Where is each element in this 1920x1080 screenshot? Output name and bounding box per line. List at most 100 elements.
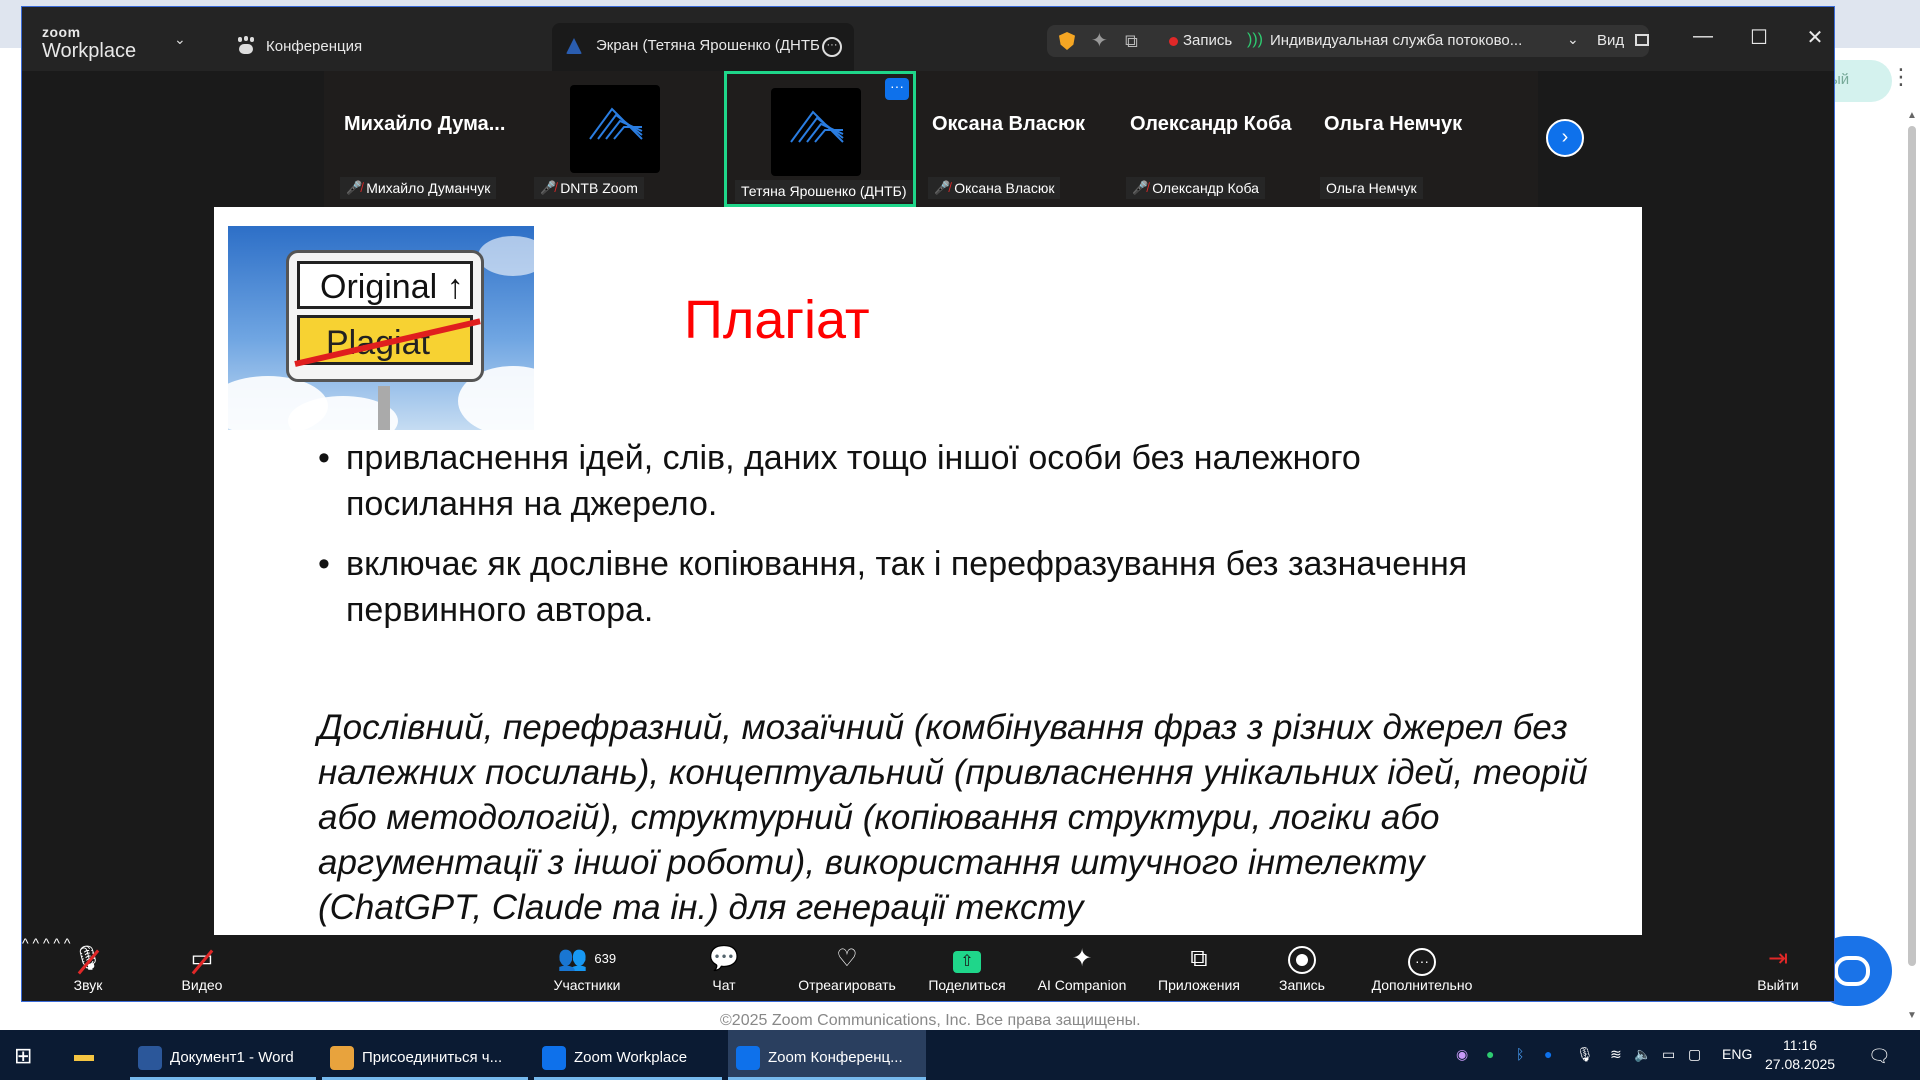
clock-time: 11:16	[1783, 1037, 1818, 1053]
wifi-icon[interactable]: ≋	[1610, 1046, 1622, 1063]
tab-more-icon[interactable]: ···	[822, 37, 842, 57]
ai-sparkle-icon[interactable]: ✦	[1091, 28, 1108, 53]
scroll-down-icon[interactable]: ▼	[1906, 1010, 1918, 1021]
taskbar-app-item[interactable]: Документ1 - Word	[130, 1030, 316, 1080]
participants-count: 639	[594, 951, 617, 966]
heart-icon: ♡	[836, 945, 858, 972]
muted-mic-icon: 🎤̸	[1132, 180, 1149, 195]
conference-button[interactable]: Конференция	[236, 37, 362, 55]
start-windows-icon[interactable]: ⊞	[14, 1030, 50, 1080]
share-button[interactable]: ⇧ Поделиться	[922, 943, 1012, 993]
participant-tile[interactable]: Ольга Немчук Ольга Немчук	[1312, 71, 1504, 207]
apps-icon[interactable]: ⧉	[1125, 31, 1138, 52]
leave-icon: ⇥	[1767, 945, 1789, 972]
scroll-thumb[interactable]	[1908, 126, 1916, 966]
conference-label: Конференция	[266, 37, 363, 55]
grid-view-icon[interactable]	[1635, 34, 1649, 46]
slide-title: Плагіат	[684, 290, 870, 350]
viber-icon[interactable]: ◉	[1456, 1046, 1468, 1063]
participants-tiles: Михайло Дума... 🎤̸ Михайло Думанчук 🎤̸ DNTB …	[324, 71, 1538, 207]
browser-tray-icon[interactable]: ●	[1486, 1046, 1494, 1062]
language-indicator[interactable]: ENG	[1722, 1046, 1752, 1062]
tile-more-icon[interactable]: ···	[885, 78, 909, 100]
muted-mic-icon: 🎤̸	[540, 180, 557, 195]
participant-tile[interactable]: Тетяна Ярошенко (ДНТБ) ···	[724, 71, 916, 207]
windows-taskbar: ⊞ ▬ Документ1 - Word Присоединиться ч... Z…	[0, 1030, 1920, 1080]
taskbar-app-item[interactable]: Zoom Workplace	[534, 1030, 722, 1080]
logo-big: Workplace	[42, 40, 137, 62]
dntb-logo-icon	[771, 88, 861, 176]
maximize-icon[interactable]: ☐	[1744, 25, 1774, 50]
zoom-logo[interactable]: zoom Workplace	[42, 25, 136, 61]
app-icon	[736, 1046, 760, 1070]
browser-menu-icon[interactable]: ⋮	[1890, 64, 1912, 90]
taskbar-app-item[interactable]: Присоединиться ч...	[322, 1030, 528, 1080]
stream-label[interactable]: Индивидуальная служба потоково...	[1270, 32, 1522, 49]
chat-icon: 💬	[709, 945, 739, 972]
participants-caret-icon[interactable]: ^	[43, 935, 50, 951]
screen-share-tab[interactable]: Экран (Тетяна Ярошенко (ДНТБ ···	[552, 23, 854, 71]
apps-label: Приложения	[1158, 977, 1240, 993]
minimize-icon[interactable]: —	[1688, 25, 1718, 48]
participant-tile[interactable]: Михайло Дума... 🎤̸ Михайло Думанчук	[332, 71, 524, 207]
stream-chevron-down-icon[interactable]: ⌄	[1567, 31, 1579, 48]
shared-slide: Original ↑ Plagiat Плагіат привласнення …	[214, 207, 1642, 935]
participant-tile[interactable]: 🎤̸ DNTB Zoom	[526, 71, 718, 207]
chat-label: Чат	[712, 977, 736, 993]
ai-sparkle-icon: ✦	[1071, 945, 1093, 972]
paw-icon	[236, 37, 256, 55]
chat-button[interactable]: 💬 Чат	[702, 943, 746, 993]
chat-caret-icon[interactable]: ^	[53, 935, 60, 951]
logo-chevron-down-icon[interactable]: ⌄	[174, 31, 186, 48]
leave-label: Выйти	[1757, 977, 1799, 993]
taskbar-app-label: Документ1 - Word	[170, 1048, 294, 1066]
apps-button[interactable]: ⧉ Приложения	[1152, 943, 1246, 993]
recording-dot-icon	[1169, 37, 1178, 46]
leave-button[interactable]: ⇥ Выйти	[1750, 943, 1806, 993]
participant-big-name: Михайло Дума...	[344, 113, 506, 135]
browser-scrollbar[interactable]: ▲ ▼	[1906, 110, 1918, 1030]
video-button[interactable]: ▭ Видео	[172, 943, 232, 993]
video-caret-icon[interactable]: ^	[32, 935, 39, 951]
participant-name: Тетяна Ярошенко (ДНТБ)	[741, 183, 907, 199]
microphone-tray-icon[interactable]: 🎙	[1576, 1046, 1594, 1063]
zoom-titlebar: zoom Workplace ⌄ Конференция Экран (Тетя…	[22, 7, 1834, 71]
audio-caret-icon[interactable]: ^	[22, 935, 29, 951]
notifications-icon[interactable]: 🗨	[1868, 1046, 1891, 1067]
record-button[interactable]: Запись	[1272, 943, 1332, 993]
volume-icon[interactable]: 🔈	[1634, 1046, 1651, 1063]
battery-icon[interactable]: ▭	[1662, 1046, 1675, 1063]
muted-mic-icon: 🎤̸	[934, 180, 951, 195]
recording-label[interactable]: Запись	[1183, 32, 1232, 49]
participant-tile[interactable]: Олександр Коба 🎤̸ Олександр Коба	[1118, 71, 1310, 207]
next-page-icon[interactable]: ›	[1546, 119, 1584, 157]
slide-italic-paragraph: Дослівний, перефразний, мозаїчний (комбі…	[318, 708, 1588, 927]
display-icon[interactable]: ▢	[1688, 1046, 1701, 1063]
participants-button[interactable]: 👥 639 Участники	[542, 943, 632, 993]
react-button[interactable]: ♡ Отреагировать	[792, 943, 902, 993]
share-screen-icon	[566, 38, 582, 54]
app-icon	[138, 1046, 162, 1070]
muted-mic-icon: 🎤̸	[346, 180, 363, 195]
slide-bullets: привласнення ідей, слів, даних тощо іншо…	[318, 435, 1518, 647]
close-icon[interactable]: ✕	[1800, 25, 1830, 50]
participant-name-label: 🎤̸ DNTB Zoom	[534, 177, 644, 199]
bullet-item: привласнення ідей, слів, даних тощо іншо…	[318, 435, 1518, 527]
file-explorer-icon[interactable]: ▬	[74, 1030, 114, 1080]
scroll-up-icon[interactable]: ▲	[1906, 110, 1918, 121]
participant-tile[interactable]: Оксана Власюк 🎤̸ Оксана Власюк	[920, 71, 1112, 207]
more-button[interactable]: ··· Дополнительно	[1362, 943, 1482, 993]
zoom-tray-icon[interactable]: ●	[1544, 1046, 1552, 1062]
shield-icon[interactable]	[1059, 32, 1075, 50]
taskbar-app-label: Zoom Workplace	[574, 1048, 688, 1066]
participant-name-label: 🎤̸ Олександр Коба	[1126, 177, 1265, 199]
taskbar-app-item[interactable]: Zoom Конференц...	[728, 1030, 926, 1080]
ai-companion-button[interactable]: ✦ AI Companion	[1032, 943, 1132, 993]
sign-top-text: Original	[320, 268, 438, 306]
system-clock[interactable]: 11:16 27.08.2025	[1765, 1036, 1835, 1074]
participants-icon: 👥 639	[557, 945, 617, 972]
ai-label: AI Companion	[1037, 977, 1127, 993]
bluetooth-icon[interactable]: ᛒ	[1516, 1046, 1524, 1062]
audio-button[interactable]: 🎙 Звук	[60, 943, 116, 993]
view-label[interactable]: Вид	[1597, 32, 1624, 49]
